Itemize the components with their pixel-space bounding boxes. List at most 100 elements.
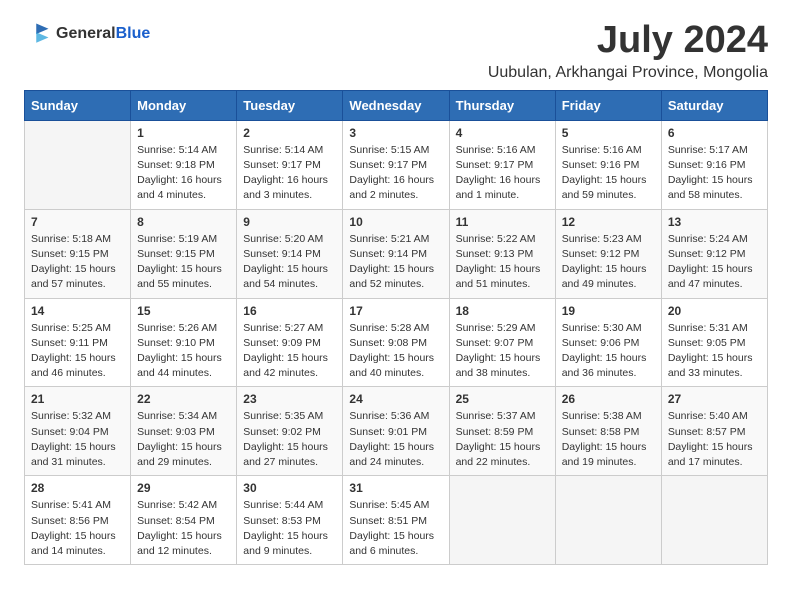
week-row-5: 28 Sunrise: 5:41 AMSunset: 8:56 PMDayligh… [25, 476, 768, 565]
calendar-cell: 2Sunrise: 5:14 AMSunset: 9:17 PMDaylight… [237, 120, 343, 209]
day-info: Sunrise: 5:38 AMSunset: 8:58 PMDaylight:… [562, 409, 655, 470]
day-info: Sunrise: 5:27 AMSunset: 9:09 PMDaylight:… [243, 321, 336, 382]
day-number: 27 [668, 392, 761, 406]
day-number: 24 [349, 392, 442, 406]
day-number: 5 [562, 126, 655, 140]
day-number: 21 [31, 392, 124, 406]
day-info: Sunrise: 5:41 AMSunset: 8:56 PMDaylight:… [31, 498, 124, 559]
calendar-cell [25, 120, 131, 209]
calendar-cell: 9 Sunrise: 5:20 AMSunset: 9:14 PMDaylight… [237, 209, 343, 298]
header-wednesday: Wednesday [343, 90, 449, 120]
calendar-cell: 11Sunrise: 5:22 AMSunset: 9:13 PMDayligh… [449, 209, 555, 298]
day-info: Sunrise: 5:15 AMSunset: 9:17 PMDaylight:… [349, 143, 442, 204]
logo-general: General [56, 25, 116, 42]
day-info: Sunrise: 5:20 AMSunset: 9:14 PMDaylight:… [243, 232, 336, 293]
calendar-cell: 28 Sunrise: 5:41 AMSunset: 8:56 PMDayligh… [25, 476, 131, 565]
calendar-subtitle: Uubulan, Arkhangai Province, Mongolia [488, 64, 768, 82]
calendar-cell: 27 Sunrise: 5:40 AMSunset: 8:57 PMDayligh… [661, 387, 767, 476]
calendar-cell: 15 Sunrise: 5:26 AMSunset: 9:10 PMDayligh… [131, 298, 237, 387]
day-info: Sunrise: 5:36 AMSunset: 9:01 PMDaylight:… [349, 409, 442, 470]
day-number: 7 [31, 215, 124, 229]
header-saturday: Saturday [661, 90, 767, 120]
logo-icon [24, 20, 52, 48]
calendar-cell: 29 Sunrise: 5:42 AMSunset: 8:54 PMDayligh… [131, 476, 237, 565]
day-info: Sunrise: 5:24 AMSunset: 9:12 PMDaylight:… [668, 232, 761, 293]
logo: GeneralBlue [24, 20, 150, 48]
day-info: Sunrise: 5:26 AMSunset: 9:10 PMDaylight:… [137, 321, 230, 382]
day-number: 25 [456, 392, 549, 406]
calendar-cell: 12Sunrise: 5:23 AMSunset: 9:12 PMDayligh… [555, 209, 661, 298]
logo-text: GeneralBlue [56, 25, 150, 43]
day-info: Sunrise: 5:22 AMSunset: 9:13 PMDaylight:… [456, 232, 549, 293]
calendar-cell: 1Sunrise: 5:14 AMSunset: 9:18 PMDaylight… [131, 120, 237, 209]
day-info: Sunrise: 5:25 AMSunset: 9:11 PMDaylight:… [31, 321, 124, 382]
calendar-table: SundayMondayTuesdayWednesdayThursdayFrid… [24, 90, 768, 565]
day-number: 9 [243, 215, 336, 229]
calendar-cell [449, 476, 555, 565]
calendar-cell: 23 Sunrise: 5:35 AMSunset: 9:02 PMDayligh… [237, 387, 343, 476]
week-row-4: 21 Sunrise: 5:32 AMSunset: 9:04 PMDayligh… [25, 387, 768, 476]
calendar-cell: 5 Sunrise: 5:16 AMSunset: 9:16 PMDaylight… [555, 120, 661, 209]
calendar-cell: 6Sunrise: 5:17 AMSunset: 9:16 PMDaylight… [661, 120, 767, 209]
day-number: 18 [456, 304, 549, 318]
calendar-cell: 3 Sunrise: 5:15 AMSunset: 9:17 PMDaylight… [343, 120, 449, 209]
calendar-title: July 2024 [488, 20, 768, 62]
week-row-3: 14 Sunrise: 5:25 AMSunset: 9:11 PMDayligh… [25, 298, 768, 387]
day-number: 23 [243, 392, 336, 406]
day-info: Sunrise: 5:40 AMSunset: 8:57 PMDaylight:… [668, 409, 761, 470]
day-number: 31 [349, 481, 442, 495]
day-info: Sunrise: 5:16 AMSunset: 9:16 PMDaylight:… [562, 143, 655, 204]
day-info: Sunrise: 5:29 AMSunset: 9:07 PMDaylight:… [456, 321, 549, 382]
header-monday: Monday [131, 90, 237, 120]
header-thursday: Thursday [449, 90, 555, 120]
day-info: Sunrise: 5:44 AMSunset: 8:53 PMDaylight:… [243, 498, 336, 559]
day-info: Sunrise: 5:35 AMSunset: 9:02 PMDaylight:… [243, 409, 336, 470]
calendar-cell: 8 Sunrise: 5:19 AMSunset: 9:15 PMDaylight… [131, 209, 237, 298]
calendar-cell: 30Sunrise: 5:44 AMSunset: 8:53 PMDayligh… [237, 476, 343, 565]
calendar-cell: 18 Sunrise: 5:29 AMSunset: 9:07 PMDayligh… [449, 298, 555, 387]
day-info: Sunrise: 5:34 AMSunset: 9:03 PMDaylight:… [137, 409, 230, 470]
day-number: 15 [137, 304, 230, 318]
page-header: GeneralBlue July 2024 Uubulan, Arkhangai… [24, 20, 768, 82]
day-number: 3 [349, 126, 442, 140]
day-number: 29 [137, 481, 230, 495]
day-info: Sunrise: 5:16 AMSunset: 9:17 PMDaylight:… [456, 143, 549, 204]
day-number: 19 [562, 304, 655, 318]
day-number: 28 [31, 481, 124, 495]
calendar-cell: 16 Sunrise: 5:27 AMSunset: 9:09 PMDayligh… [237, 298, 343, 387]
day-info: Sunrise: 5:42 AMSunset: 8:54 PMDaylight:… [137, 498, 230, 559]
day-info: Sunrise: 5:37 AMSunset: 8:59 PMDaylight:… [456, 409, 549, 470]
calendar-cell: 31Sunrise: 5:45 AMSunset: 8:51 PMDayligh… [343, 476, 449, 565]
day-info: Sunrise: 5:21 AMSunset: 9:14 PMDaylight:… [349, 232, 442, 293]
day-info: Sunrise: 5:32 AMSunset: 9:04 PMDaylight:… [31, 409, 124, 470]
day-number: 22 [137, 392, 230, 406]
title-section: July 2024 Uubulan, Arkhangai Province, M… [488, 20, 768, 82]
calendar-cell: 19 Sunrise: 5:30 AMSunset: 9:06 PMDayligh… [555, 298, 661, 387]
calendar-cell: 17Sunrise: 5:28 AMSunset: 9:08 PMDayligh… [343, 298, 449, 387]
day-info: Sunrise: 5:18 AMSunset: 9:15 PMDaylight:… [31, 232, 124, 293]
day-number: 4 [456, 126, 549, 140]
day-info: Sunrise: 5:28 AMSunset: 9:08 PMDaylight:… [349, 321, 442, 382]
day-number: 16 [243, 304, 336, 318]
calendar-cell [555, 476, 661, 565]
day-number: 13 [668, 215, 761, 229]
calendar-cell: 20Sunrise: 5:31 AMSunset: 9:05 PMDayligh… [661, 298, 767, 387]
calendar-cell: 22 Sunrise: 5:34 AMSunset: 9:03 PMDayligh… [131, 387, 237, 476]
day-number: 12 [562, 215, 655, 229]
week-row-2: 7 Sunrise: 5:18 AMSunset: 9:15 PMDaylight… [25, 209, 768, 298]
day-info: Sunrise: 5:14 AMSunset: 9:18 PMDaylight:… [137, 143, 230, 204]
day-info: Sunrise: 5:31 AMSunset: 9:05 PMDaylight:… [668, 321, 761, 382]
day-number: 14 [31, 304, 124, 318]
day-info: Sunrise: 5:19 AMSunset: 9:15 PMDaylight:… [137, 232, 230, 293]
day-number: 2 [243, 126, 336, 140]
week-row-1: 1Sunrise: 5:14 AMSunset: 9:18 PMDaylight… [25, 120, 768, 209]
day-number: 10 [349, 215, 442, 229]
day-number: 8 [137, 215, 230, 229]
calendar-cell: 24 Sunrise: 5:36 AMSunset: 9:01 PMDayligh… [343, 387, 449, 476]
calendar-cell: 26Sunrise: 5:38 AMSunset: 8:58 PMDayligh… [555, 387, 661, 476]
day-info: Sunrise: 5:30 AMSunset: 9:06 PMDaylight:… [562, 321, 655, 382]
calendar-header-row: SundayMondayTuesdayWednesdayThursdayFrid… [25, 90, 768, 120]
header-friday: Friday [555, 90, 661, 120]
calendar-cell: 14 Sunrise: 5:25 AMSunset: 9:11 PMDayligh… [25, 298, 131, 387]
calendar-cell: 21 Sunrise: 5:32 AMSunset: 9:04 PMDayligh… [25, 387, 131, 476]
